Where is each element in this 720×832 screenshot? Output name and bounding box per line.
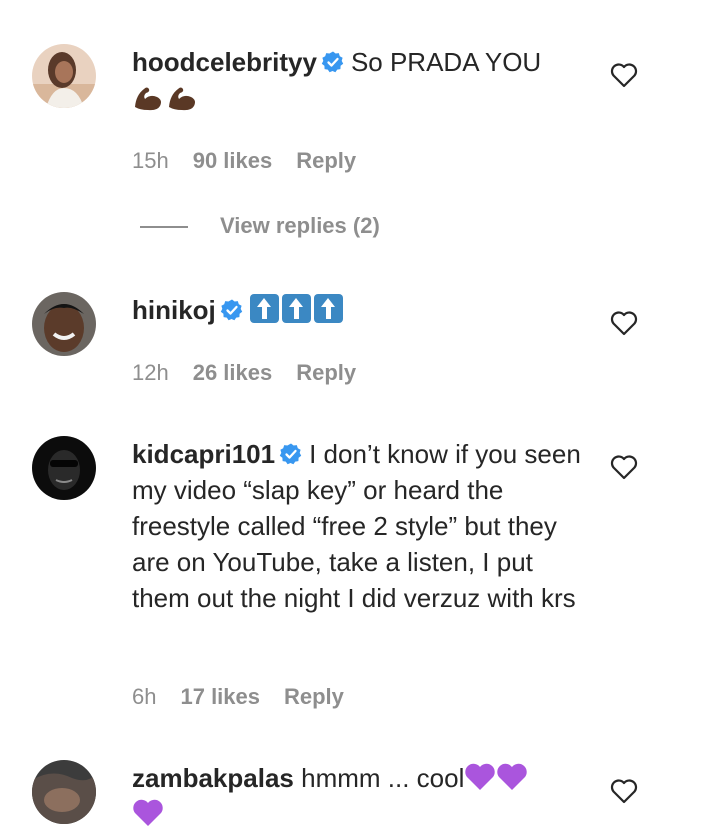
reply-button[interactable]: Reply — [284, 684, 344, 709]
avatar[interactable] — [32, 44, 96, 108]
username[interactable]: kidcapri101 — [132, 439, 275, 469]
view-replies-label: View replies (2) — [220, 213, 380, 238]
likes-count[interactable]: 17 likes — [180, 684, 260, 709]
comment-text-block: hoodcelebrityy So PRADA YOU — [132, 44, 592, 116]
likes-count[interactable]: 26 likes — [193, 360, 273, 385]
comment-text: hmmm ... cool — [301, 763, 465, 793]
reply-button[interactable]: Reply — [296, 360, 356, 385]
like-heart-icon[interactable] — [610, 454, 638, 480]
purple-heart-emoji-icon — [133, 799, 163, 826]
avatar[interactable] — [32, 292, 96, 356]
verified-badge-icon — [220, 299, 242, 321]
verified-badge-icon — [321, 51, 344, 73]
comment-text-block: kidcapri101 I don’t know if you seen my v… — [132, 436, 592, 616]
like-heart-icon[interactable] — [610, 62, 638, 88]
up-arrow-emoji-icon — [313, 294, 343, 323]
like-heart-icon[interactable] — [610, 310, 638, 336]
username[interactable]: hinikoj — [132, 295, 216, 325]
username[interactable]: zambakpalas — [132, 763, 294, 793]
timestamp: 15h — [132, 148, 169, 173]
flexed-biceps-emoji-icon — [169, 87, 195, 111]
avatar[interactable] — [32, 436, 96, 500]
flexed-biceps-emoji-icon — [135, 87, 161, 111]
divider-line — [140, 226, 188, 229]
timestamp: 12h — [132, 360, 169, 385]
purple-heart-emoji-icon — [497, 763, 528, 790]
reply-button[interactable]: Reply — [296, 148, 356, 173]
view-replies-button[interactable]: View replies (2) — [140, 213, 380, 239]
up-arrow-emoji-icon — [281, 294, 311, 323]
up-arrow-emoji-icon — [249, 294, 279, 323]
avatar[interactable] — [32, 760, 96, 824]
comment-meta: 6h 17 likes Reply — [132, 684, 368, 710]
verified-badge-icon — [279, 443, 302, 465]
comment-text-block: zambakpalas hmmm ... cool — [132, 760, 592, 832]
timestamp: 6h — [132, 684, 157, 709]
likes-count[interactable]: 90 likes — [193, 148, 273, 173]
comment-meta: 12h 26 likes Reply — [132, 360, 380, 386]
username[interactable]: hoodcelebrityy — [132, 47, 317, 77]
comment-meta: 15h 90 likes Reply — [132, 148, 380, 174]
like-heart-icon[interactable] — [610, 778, 638, 804]
comment-text: So PRADA YOU — [350, 47, 542, 77]
comment-text-block: hinikoj — [132, 292, 592, 328]
purple-heart-emoji-icon — [465, 763, 496, 790]
